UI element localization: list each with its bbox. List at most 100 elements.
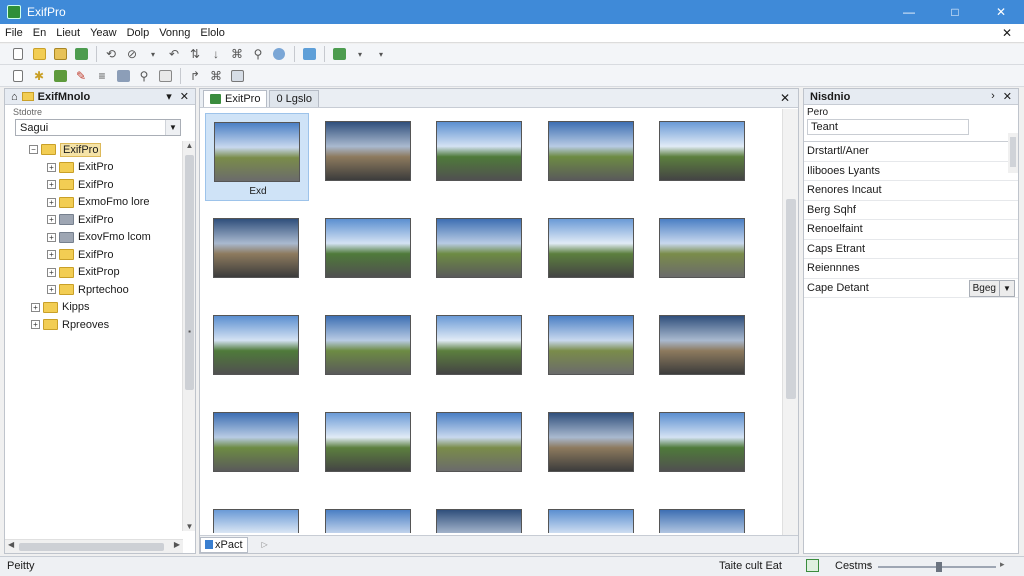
zoom-in-icon[interactable]: ▸ <box>1000 559 1005 570</box>
scroll-up-icon[interactable]: ▲ <box>183 141 196 150</box>
tag-icon[interactable]: ⌘ <box>227 45 247 63</box>
photo-thumbnail[interactable] <box>213 315 299 375</box>
dropdown-icon[interactable]: ▾ <box>143 45 163 63</box>
thumbnail-item[interactable] <box>651 210 755 298</box>
photo-thumbnail[interactable] <box>547 121 634 181</box>
expand-icon[interactable]: + <box>47 215 56 225</box>
tree-item[interactable]: + ExovFmo lcom <box>5 229 183 247</box>
folder-tree-hscrollbar[interactable]: ◀ ▶ <box>5 539 183 553</box>
thumbnail-item[interactable] <box>428 307 532 395</box>
property-row[interactable]: Cape Detant Bgeg ▼ <box>804 279 1018 298</box>
menu-close-icon[interactable]: ✕ <box>1002 26 1012 40</box>
dropdown-icon[interactable]: ▾ <box>350 45 370 63</box>
export-icon[interactable] <box>71 45 91 63</box>
thumbnail-item[interactable] <box>651 113 755 201</box>
expand-icon[interactable]: + <box>47 232 56 242</box>
thumbnail-item[interactable] <box>317 307 421 395</box>
search-input[interactable]: Sagui ▼ <box>15 119 181 136</box>
photo-thumbnail[interactable] <box>436 509 522 533</box>
filter-icon[interactable]: ⊘ <box>122 45 142 63</box>
forward-icon[interactable]: ↱ <box>185 67 205 85</box>
photo-thumbnail[interactable] <box>659 509 745 533</box>
move-icon[interactable]: ⇅ <box>185 45 205 63</box>
thumbnail-item[interactable] <box>205 210 309 298</box>
thumbnail-item[interactable] <box>651 404 755 492</box>
thumbnail-item[interactable] <box>540 501 644 533</box>
view-mode-icon[interactable] <box>806 559 819 572</box>
zoom-out-icon[interactable]: ◂ <box>866 559 871 570</box>
folder-icon[interactable] <box>50 45 70 63</box>
panel-pin-icon[interactable]: › <box>991 90 995 103</box>
menu-file[interactable]: File <box>0 27 28 39</box>
scrollbar-thumb[interactable] <box>1010 137 1016 167</box>
thumbnail-item[interactable] <box>317 501 421 533</box>
scrollbar-thumb[interactable] <box>786 199 796 399</box>
thumbnail-item[interactable] <box>540 307 644 395</box>
photo-thumbnail[interactable] <box>324 509 411 533</box>
tree-item[interactable]: + ExitPro <box>5 159 183 177</box>
tree-item[interactable]: + Kipps <box>5 299 183 317</box>
menu-edit[interactable]: En <box>28 27 51 39</box>
thumbnail-item[interactable] <box>651 501 755 533</box>
expand-icon[interactable]: + <box>47 162 56 172</box>
search-icon[interactable]: ⚲ <box>248 45 268 63</box>
photo-thumbnail[interactable] <box>324 412 411 472</box>
globe-icon[interactable] <box>269 45 289 63</box>
chevron-down-icon[interactable]: ▼ <box>165 120 180 135</box>
thumbnail-item[interactable] <box>651 307 755 395</box>
zoom-slider-knob[interactable] <box>936 562 942 572</box>
photo-thumbnail[interactable] <box>659 121 745 181</box>
panel-close-icon[interactable]: ✕ <box>180 90 189 103</box>
chevron-down-icon[interactable]: ▼ <box>1000 279 1015 297</box>
property-row[interactable]: Renoelfaint <box>804 220 1018 240</box>
expand-icon[interactable]: + <box>31 302 40 312</box>
rotate-icon[interactable]: ⟲ <box>101 45 121 63</box>
property-dropdown[interactable]: Bgeg ▼ <box>968 279 1015 297</box>
thumbnail-item[interactable] <box>317 113 421 201</box>
undo-icon[interactable]: ↶ <box>164 45 184 63</box>
property-row[interactable]: Berg Sqhf <box>804 201 1018 220</box>
photo-thumbnail[interactable] <box>547 412 634 472</box>
tree-item[interactable]: + ExmoFmo lore <box>5 194 183 212</box>
layers-icon[interactable] <box>113 67 133 85</box>
photo-thumbnail[interactable] <box>659 218 745 278</box>
expand-icon[interactable]: + <box>31 320 40 330</box>
star-icon[interactable]: ✱ <box>29 67 49 85</box>
tree-item[interactable]: + Rpreoves <box>5 316 183 334</box>
crop-icon[interactable] <box>227 67 247 85</box>
photo-thumbnail[interactable] <box>547 509 634 533</box>
tree-item[interactable]: + ExifPro <box>5 176 183 194</box>
tree-item[interactable]: − ExifPro <box>5 141 183 159</box>
panel-pin-icon[interactable]: ▾ <box>166 90 172 103</box>
expand-icon[interactable]: + <box>47 285 56 295</box>
menu-item-3[interactable]: Lieut <box>51 27 85 39</box>
new-file-icon[interactable] <box>8 67 28 85</box>
menu-item-5[interactable]: Dolp <box>122 27 155 39</box>
photo-thumbnail[interactable] <box>213 412 299 472</box>
minimize-button[interactable]: — <box>886 0 932 24</box>
photo-thumbnail[interactable] <box>659 412 745 472</box>
print-icon[interactable] <box>329 45 349 63</box>
thumbnail-item[interactable]: Exd <box>205 113 309 201</box>
open-folder-icon[interactable] <box>29 45 49 63</box>
image-icon[interactable] <box>50 67 70 85</box>
edit-icon[interactable]: ✎ <box>71 67 91 85</box>
zoom-icon[interactable]: ⚲ <box>134 67 154 85</box>
scroll-down-icon[interactable]: ▼ <box>183 522 196 531</box>
expand-icon[interactable]: + <box>47 250 56 260</box>
thumbnail-item[interactable] <box>540 404 644 492</box>
tree-item[interactable]: + Rprtechoo <box>5 281 183 299</box>
property-row[interactable]: Renores Incaut <box>804 181 1018 201</box>
photo-thumbnail[interactable] <box>324 218 411 278</box>
zoom-slider[interactable] <box>878 562 996 572</box>
thumbnail-scrollbar[interactable] <box>782 109 798 535</box>
property-button[interactable]: Bgeg <box>968 279 1000 297</box>
photo-thumbnail[interactable] <box>436 412 522 472</box>
expand-icon[interactable]: − <box>29 145 38 155</box>
photo-thumbnail[interactable] <box>324 121 411 181</box>
photo-thumbnail[interactable] <box>436 315 522 375</box>
thumbnail-item[interactable] <box>428 210 532 298</box>
menu-view[interactable]: Yeaw <box>85 27 122 39</box>
thumbnail-item[interactable] <box>540 113 644 201</box>
more-icon[interactable]: ▾ <box>371 45 391 63</box>
